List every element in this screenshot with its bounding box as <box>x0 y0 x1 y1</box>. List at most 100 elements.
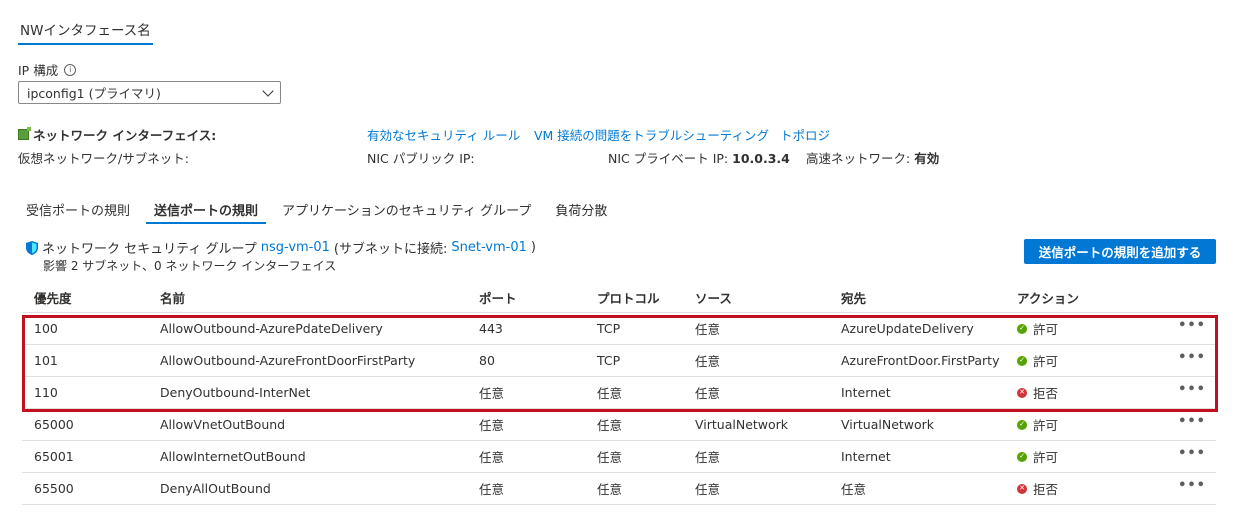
public-ip-label: NIC パブリック IP: <box>367 151 475 166</box>
cell-source: VirtualNetwork <box>695 417 789 432</box>
table-row[interactable]: 65500 DenyAllOutBound 任意 任意 任意 任意 ✕ 拒否 ••• <box>22 473 1216 505</box>
error-circle-icon: ✕ <box>1017 483 1027 494</box>
cell-action: ✓ 許可 <box>1017 447 1058 466</box>
table-row[interactable]: 101 AllowOutbound-AzureFrontDoorFirstPart… <box>22 345 1216 377</box>
action-label: 拒否 <box>1033 482 1059 497</box>
cell-action: ✕ 拒否 <box>1017 383 1058 402</box>
chevron-down-icon <box>262 84 274 97</box>
header-port[interactable]: ポート <box>479 288 517 307</box>
accelerated-networking: 高速ネットワーク: 有効 <box>806 148 939 167</box>
action-label: 拒否 <box>1033 386 1059 401</box>
cell-action: ✓ 許可 <box>1017 319 1058 338</box>
cell-port: 任意 <box>479 386 505 401</box>
check-circle-icon: ✓ <box>1017 323 1027 334</box>
cell-priority: 65500 <box>34 481 74 496</box>
more-options-button[interactable]: ••• <box>1178 446 1206 461</box>
cell-protocol: 任意 <box>597 386 623 401</box>
cell-destination: 任意 <box>841 482 867 497</box>
nsg-subnet-prefix: (サブネットに接続: <box>333 242 448 257</box>
more-options-button[interactable]: ••• <box>1178 478 1206 493</box>
cell-action: ✕ 拒否 <box>1017 479 1058 498</box>
cell-rule-name: AllowOutbound-AzurePdateDelivery <box>160 321 383 336</box>
cell-port: 任意 <box>479 482 505 497</box>
cell-destination: Internet <box>841 385 891 400</box>
vnet-subnet-label: 仮想ネットワーク/サブネット: <box>18 151 189 166</box>
nic-title: ネットワーク インターフェイス: <box>18 125 216 144</box>
nsg-prefix: ネットワーク セキュリティ グループ <box>42 242 257 257</box>
table-row[interactable]: 65001 AllowInternetOutBound 任意 任意 任意 Internet… <box>22 441 1216 473</box>
nic-tab[interactable]: NWインタフェース名 <box>18 18 153 45</box>
cell-source: 任意 <box>695 354 721 369</box>
more-options-button[interactable]: ••• <box>1178 382 1206 397</box>
header-protocol[interactable]: プロトコル <box>597 288 660 307</box>
action-label: 許可 <box>1033 418 1059 433</box>
troubleshoot-vm-connection-link[interactable]: VM 接続の問題をトラブルシューティング <box>534 125 769 144</box>
tab-inbound-rules[interactable]: 受信ポートの規則 <box>18 196 138 224</box>
cell-action: ✓ 許可 <box>1017 415 1058 434</box>
info-icon[interactable]: i <box>64 63 77 76</box>
action-label: 許可 <box>1033 322 1059 337</box>
accel-value: 有効 <box>914 151 940 166</box>
cell-destination: AzureFrontDoor.FirstParty <box>841 353 1000 368</box>
more-options-button[interactable]: ••• <box>1178 318 1206 333</box>
accel-label: 高速ネットワーク: <box>806 151 911 166</box>
cell-destination: AzureUpdateDelivery <box>841 321 974 336</box>
cell-protocol: TCP <box>597 353 621 368</box>
check-circle-icon: ✓ <box>1017 451 1027 462</box>
table-row[interactable]: 65000 AllowVnetOutBound 任意 任意 VirtualNetwork… <box>22 409 1216 441</box>
tab-application-security-groups[interactable]: アプリケーションのセキュリティ グループ <box>274 196 539 224</box>
ip-config-label: IP 構成 i <box>18 60 77 79</box>
nsg-line: ネットワーク セキュリティ グループ nsg-vm-01 (サブネットに接続: … <box>26 238 536 257</box>
cell-port: 80 <box>479 353 495 368</box>
table-row[interactable]: 100 AllowOutbound-AzurePdateDelivery 443 TC… <box>22 313 1216 345</box>
nic-info-row: ネットワーク インターフェイス: 有効なセキュリティ ルール VM 接続の問題を… <box>18 125 1218 143</box>
cell-protocol: 任意 <box>597 450 623 465</box>
table-row[interactable]: 110 DenyOutbound-InterNet 任意 任意 任意 Internet ✕ 拒… <box>22 377 1216 409</box>
cell-priority: 100 <box>34 321 58 336</box>
rules-tabs: 受信ポートの規則 送信ポートの規則 アプリケーションのセキュリティ グループ 負… <box>18 196 623 226</box>
cell-rule-name: AllowVnetOutBound <box>160 417 286 432</box>
check-circle-icon: ✓ <box>1017 355 1027 366</box>
action-label: 許可 <box>1033 354 1059 369</box>
cell-destination: VirtualNetwork <box>841 417 935 432</box>
cell-protocol: TCP <box>597 321 621 336</box>
cell-source: 任意 <box>695 322 721 337</box>
nic-title-text: ネットワーク インターフェイス: <box>33 128 217 143</box>
nic-detail-row: 仮想ネットワーク/サブネット: NIC パブリック IP: NIC プライベート… <box>18 148 1218 166</box>
action-label: 許可 <box>1033 450 1059 465</box>
table-header: 優先度 名前 ポート プロトコル ソース 宛先 アクション <box>22 283 1216 313</box>
cell-rule-name: DenyOutbound-InterNet <box>160 385 311 400</box>
header-action[interactable]: アクション <box>1017 288 1079 307</box>
ip-config-select[interactable]: ipconfig1 (プライマリ) <box>18 81 281 104</box>
cell-source: 任意 <box>695 386 721 401</box>
cell-rule-name: DenyAllOutBound <box>160 481 271 496</box>
cell-source: 任意 <box>695 482 721 497</box>
header-source[interactable]: ソース <box>695 288 732 307</box>
effective-security-rules-link[interactable]: 有効なセキュリティ ルール <box>367 125 520 144</box>
nsg-impact: 影響 2 サブネット、0 ネットワーク インターフェイス <box>43 259 337 273</box>
cell-rule-name: AllowOutbound-AzureFrontDoorFirstParty <box>160 353 416 368</box>
cell-priority: 65001 <box>34 449 74 464</box>
topology-link[interactable]: トポロジ <box>780 125 830 144</box>
header-name[interactable]: 名前 <box>160 288 185 307</box>
nsg-subnet-suffix: ) <box>530 240 536 255</box>
network-interface-icon <box>18 127 31 140</box>
error-circle-icon: ✕ <box>1017 387 1027 398</box>
ip-config-label-text: IP 構成 <box>18 63 59 78</box>
tab-load-balancing[interactable]: 負荷分散 <box>547 196 615 224</box>
nsg-name-link[interactable]: nsg-vm-01 <box>261 240 330 255</box>
cell-port: 任意 <box>479 418 505 433</box>
tab-outbound-rules[interactable]: 送信ポートの規則 <box>146 196 267 224</box>
private-ip-label: NIC プライベート IP: 10.0.3.4 <box>608 148 790 167</box>
cell-port: 443 <box>479 321 503 336</box>
cell-destination: Internet <box>841 449 891 464</box>
more-options-button[interactable]: ••• <box>1178 350 1206 365</box>
private-ip-value: 10.0.3.4 <box>732 151 790 166</box>
header-priority[interactable]: 優先度 <box>34 288 72 307</box>
header-destination[interactable]: 宛先 <box>841 288 866 307</box>
add-outbound-rule-button[interactable]: 送信ポートの規則を追加する <box>1024 239 1216 264</box>
subnet-name-link[interactable]: Snet-vm-01 <box>451 240 527 255</box>
check-circle-icon: ✓ <box>1017 419 1027 430</box>
more-options-button[interactable]: ••• <box>1178 414 1206 429</box>
cell-priority: 65000 <box>34 417 74 432</box>
